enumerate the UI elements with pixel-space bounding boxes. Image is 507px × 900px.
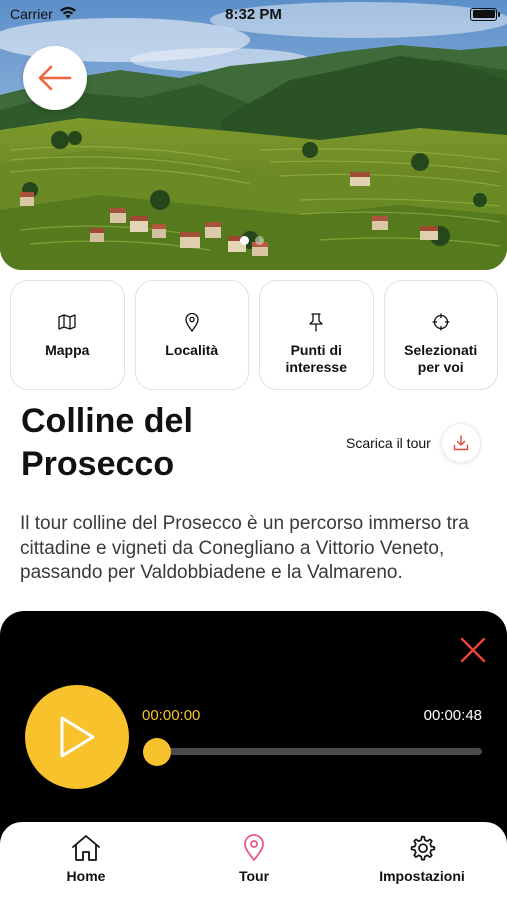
tile-label: Punti di interesse [285,342,347,375]
play-button[interactable] [25,685,129,789]
location-pin-icon [244,834,264,862]
tab-home[interactable]: Home [26,834,146,884]
home-icon [72,835,100,861]
wifi-icon [59,6,77,22]
carrier-label: Carrier [10,6,53,22]
download-label: Scarica il tour [346,435,431,451]
carousel-dot[interactable] [240,236,249,245]
download-tour[interactable]: Scarica il tour [346,423,481,463]
back-arrow-icon [38,65,72,91]
vineyard-landscape-image [0,0,507,270]
pushpin-icon [308,311,324,333]
download-button[interactable] [440,423,481,463]
tab-tour[interactable]: Tour [194,834,314,884]
tour-title: Colline del Prosecco [21,402,193,483]
tile-label: Mappa [45,342,90,358]
tour-description: Il tour colline del Prosecco è un percor… [20,513,469,583]
progress-track[interactable] [158,748,482,755]
tab-label: Impostazioni [379,868,465,884]
progress-thumb[interactable] [143,738,171,766]
tile-mappa[interactable]: Mappa [10,280,125,390]
tile-localita[interactable]: Località [134,280,249,390]
total-time: 00:00:48 [423,707,482,724]
location-pin-icon [185,311,199,333]
status-bar: Carrier 8:32 PM [0,0,507,28]
tab-bar: Home Tour Impostazioni [0,822,507,900]
quick-actions: Mappa Località Punti di interesse Selezi… [10,280,498,390]
play-icon [60,716,95,758]
close-player-button[interactable] [459,636,487,664]
map-icon [58,311,76,333]
tile-label: Località [165,342,219,358]
tile-selezionati-per-voi[interactable]: Selezionati per voi [383,280,498,390]
gear-icon [410,835,436,861]
hero-image [0,0,507,270]
carousel-dot[interactable] [255,236,264,245]
tab-label: Tour [238,868,270,884]
tile-punti-di-interesse[interactable]: Punti di interesse [259,280,374,390]
carousel-pagination [240,236,264,245]
current-time: 00:00:00 [142,707,201,724]
tab-label: Home [66,868,106,884]
close-icon [460,637,486,663]
crosshair-icon [432,311,450,333]
tile-label: Selezionati per voi [404,342,478,375]
battery-icon [470,7,500,21]
back-button[interactable] [23,46,87,110]
status-left: Carrier [10,6,77,22]
download-icon [453,435,469,451]
tab-impostazioni[interactable]: Impostazioni [362,834,482,884]
